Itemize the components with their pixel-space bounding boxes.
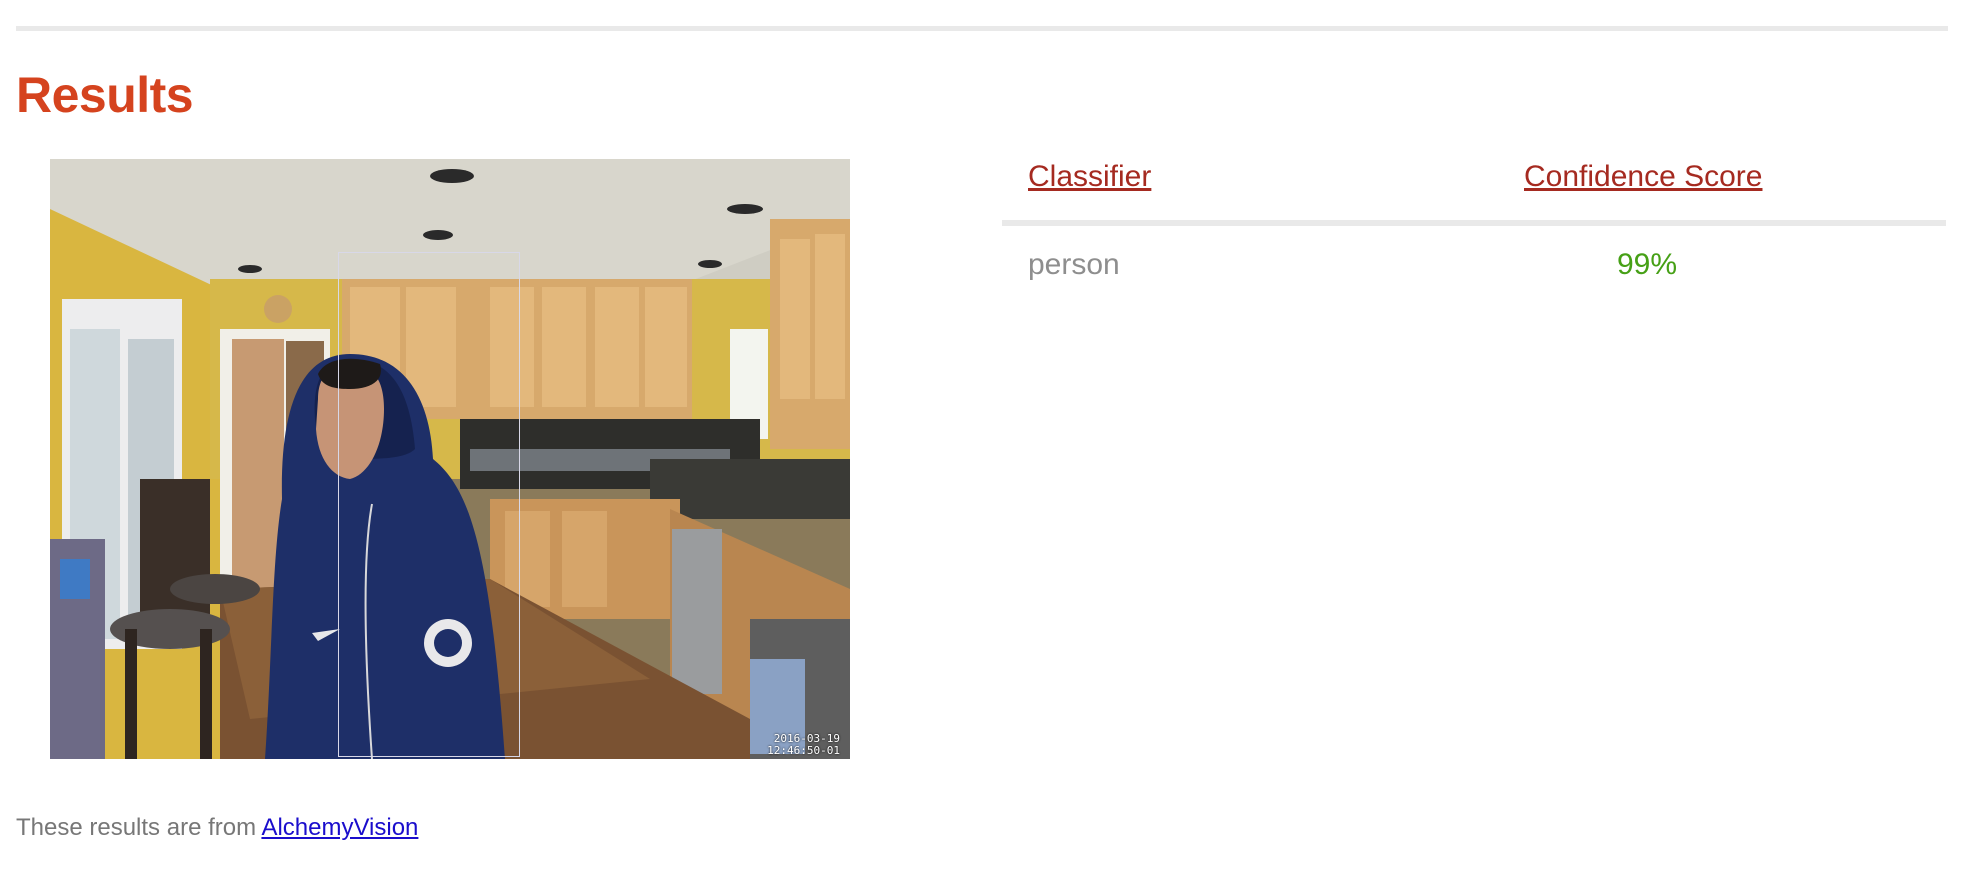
table-row: person 99% <box>1002 226 1946 306</box>
results-table: Classifier Confidence Score person 99% <box>1002 158 1946 306</box>
person-bounding-box <box>338 252 520 757</box>
source-attribution: These results are from AlchemyVision <box>16 814 418 842</box>
classifier-cell: person <box>1028 248 1120 281</box>
attribution-text: These results are from <box>16 814 262 841</box>
alchemyvision-link[interactable]: AlchemyVision <box>261 814 418 841</box>
page-title: Results <box>16 67 194 123</box>
result-photo: 2016-03-19 12:46:50-01 <box>50 159 850 759</box>
top-divider <box>16 26 1948 31</box>
table-header: Classifier Confidence Score <box>1002 158 1946 226</box>
classifier-sort-link[interactable]: Classifier <box>1028 160 1151 194</box>
confidence-score-sort-link[interactable]: Confidence Score <box>1524 160 1762 194</box>
camera-timestamp: 2016-03-19 12:46:50-01 <box>767 733 840 757</box>
confidence-score-cell: 99% <box>1617 248 1678 281</box>
timestamp-time: 12:46:50-01 <box>767 744 840 757</box>
